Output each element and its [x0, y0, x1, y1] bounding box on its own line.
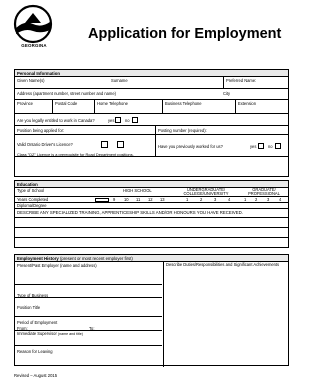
address-label: Address (apartment number, street number…: [17, 91, 116, 96]
revised-footer: Revised – August 2015: [14, 373, 58, 378]
employment-heading: Employment History (present or most rece…: [15, 255, 288, 262]
undergraduate-label: UNDERGRADUATE/ COLLEGE/UNIVERSITY: [183, 186, 229, 196]
logo-text: GEORGINA: [21, 43, 47, 48]
surname-label: Surname: [111, 77, 128, 83]
legally-no-label: no: [125, 118, 130, 123]
employment-history-section: Employment History (present or most rece…: [14, 254, 289, 367]
posting-number-label: Posting number (required):: [158, 127, 207, 133]
previously-worked-label: Have you previously worked for us?: [158, 144, 223, 149]
drivers-licence-label: Valid Ontario Driver's Licence?: [17, 142, 73, 147]
supervisor-label-note: (name and title): [57, 331, 83, 336]
home-telephone-label: Home Telephone: [97, 101, 128, 106]
licence-no-checkbox[interactable]: [117, 141, 124, 148]
to-label: To:: [89, 325, 95, 331]
licence-yes-checkbox[interactable]: [101, 141, 108, 148]
given-names-label: Given Name(s): [17, 77, 45, 83]
licence-row: Valid Ontario Driver's Licence? Have you…: [15, 135, 288, 157]
legally-entitled-label: Are you legally entitled to work in Cana…: [17, 118, 95, 123]
worked-yes-label: yes: [250, 144, 257, 149]
graduate-label: GRADUATE/ PROFESSIONAL: [248, 186, 280, 196]
personal-heading: Personal Information: [15, 70, 288, 77]
legally-entitled-row: Are you legally entitled to work in Cana…: [15, 114, 288, 126]
position-title-row: Position Title: [15, 298, 162, 317]
name-row: Given Name(s) Surname Preferred Name:: [15, 77, 288, 89]
employer-label: Present/Past Employer (name and address): [17, 262, 97, 268]
high-school-label: HIGH SCHOOL: [123, 188, 152, 193]
city-label: City: [223, 91, 231, 96]
page-title: Application for Employment: [88, 26, 282, 42]
training-line-2: [15, 228, 288, 238]
worked-no-label: no: [268, 144, 273, 149]
type-of-business-row: Type of Business: [15, 284, 162, 298]
legally-yes-checkbox[interactable]: [115, 117, 121, 123]
address-row: Address (apartment number, street number…: [15, 89, 288, 100]
education-section: Education Type of School HIGH SCHOOL UND…: [14, 180, 289, 248]
worked-yes-checkbox[interactable]: [258, 143, 264, 149]
duties-label: Describe Duties/Responsibilities and Sig…: [166, 261, 280, 267]
reason-row: Reason for Leaving: [15, 346, 162, 367]
licence-note: Class "DZ" Licence is a prerequisite for…: [17, 151, 134, 157]
position-applied-label: Position being applied for:: [17, 127, 65, 133]
phone-row: Province Postal Code Home Telephone Busi…: [15, 100, 288, 114]
personal-information-section: Personal Information Given Name(s) Surna…: [14, 69, 289, 177]
supervisor-label: Immediate Supervisor (name and title): [17, 331, 83, 337]
extension-label: Extension: [238, 101, 256, 106]
supervisor-row: Immediate Supervisor (name and title): [15, 331, 162, 346]
type-of-school-label: Type of School: [17, 188, 45, 193]
postal-code-label: Postal Code: [55, 101, 78, 106]
training-line-1: [15, 218, 288, 228]
school-type-row: Type of School HIGH SCHOOL UNDERGRADUATE…: [15, 186, 288, 197]
training-row: DESCRIBE ANY SPECIALIZED TRAINING, APPRE…: [15, 209, 288, 218]
legally-yes-label: yes: [108, 118, 115, 123]
position-title-label: Position Title: [17, 305, 41, 310]
georgina-logo-icon: [13, 4, 53, 44]
employment-heading-title: Employment History: [17, 256, 59, 261]
employment-heading-note: (present or most recent employer first): [60, 256, 133, 261]
training-label: DESCRIBE ANY SPECIALIZED TRAINING, APPRE…: [17, 209, 243, 215]
period-label: Period of Employment: [17, 320, 58, 325]
reason-label: Reason for Leaving: [17, 349, 53, 354]
preferred-name-label: Preferred Name:: [226, 77, 257, 83]
worked-no-checkbox[interactable]: [275, 143, 281, 149]
position-row: Position being applied for: Posting numb…: [15, 126, 288, 135]
supervisor-label-text: Immediate Supervisor: [17, 330, 57, 336]
province-label: Province: [17, 101, 33, 106]
years-completed-label: Years Completed: [17, 197, 49, 202]
legally-no-checkbox[interactable]: [132, 117, 138, 123]
diploma-label: Diploma/Degree: [17, 203, 47, 208]
period-row: Period of Employment From: To:: [15, 317, 162, 331]
business-telephone-label: Business Telephone: [165, 101, 202, 106]
